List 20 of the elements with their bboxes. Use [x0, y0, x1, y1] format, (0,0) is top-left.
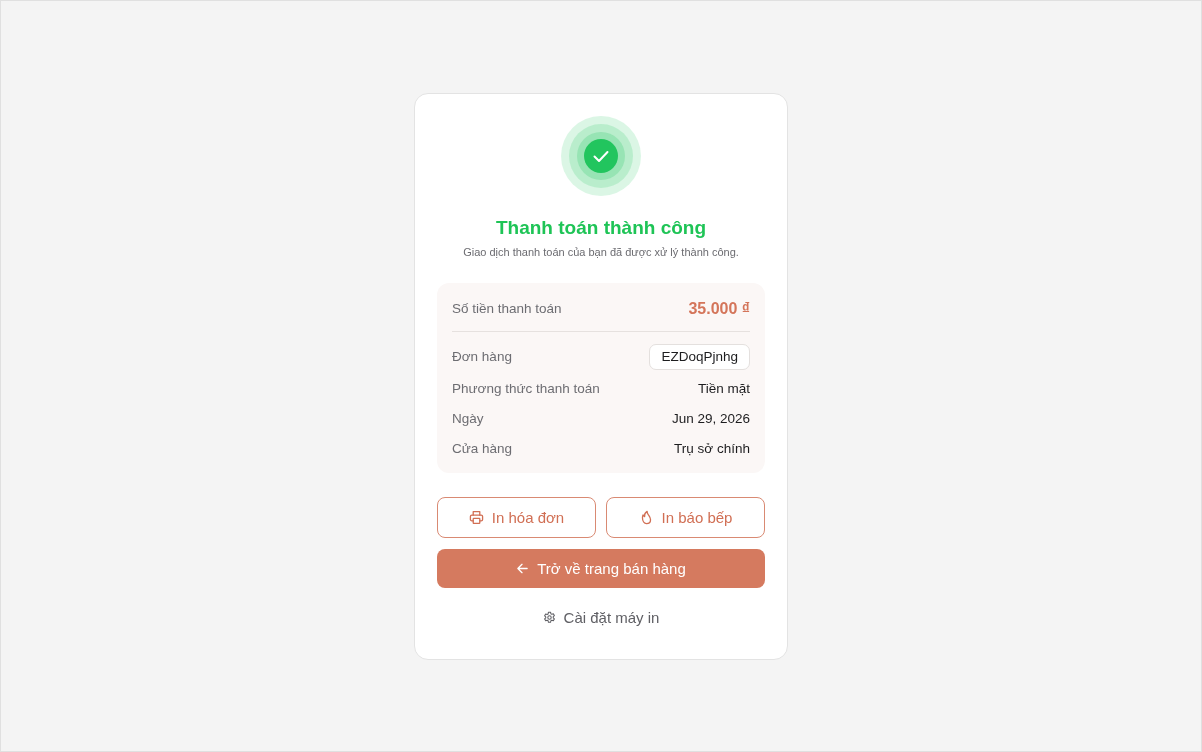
status-title: Thanh toán thành công [496, 215, 706, 240]
amount-value: 35.000 ₫ [688, 299, 750, 318]
order-code-badge: EZDoqPjnhg [649, 343, 750, 370]
printer-settings-link[interactable]: Cài đặt máy in [536, 603, 666, 631]
print-kitchen-button[interactable]: In báo bếp [606, 496, 765, 538]
settings-icon [542, 610, 556, 624]
success-check-icon [561, 115, 641, 196]
detail-label: Ngày [452, 411, 484, 426]
status-message: Giao dịch thanh toán của bạn đã được xử lý thành công. [463, 244, 739, 260]
amount-label: Số tiền thanh toán [452, 301, 562, 316]
back-to-sales-button[interactable]: Trở về trang bán hàng [437, 548, 765, 588]
detail-value: Tiền mặt [697, 381, 750, 396]
detail-label: Cửa hàng [452, 441, 513, 456]
detail-label: Đơn hàng [452, 349, 512, 364]
print-receipt-button[interactable]: In hóa đơn [437, 496, 596, 538]
detail-value: Jun 29, 2026 [671, 411, 750, 426]
detail-value: Trụ sở chính [674, 441, 750, 456]
detail-label: Phương thức thanh toán [452, 381, 600, 396]
arrow-left-icon [516, 561, 530, 575]
printer-icon [468, 509, 484, 525]
